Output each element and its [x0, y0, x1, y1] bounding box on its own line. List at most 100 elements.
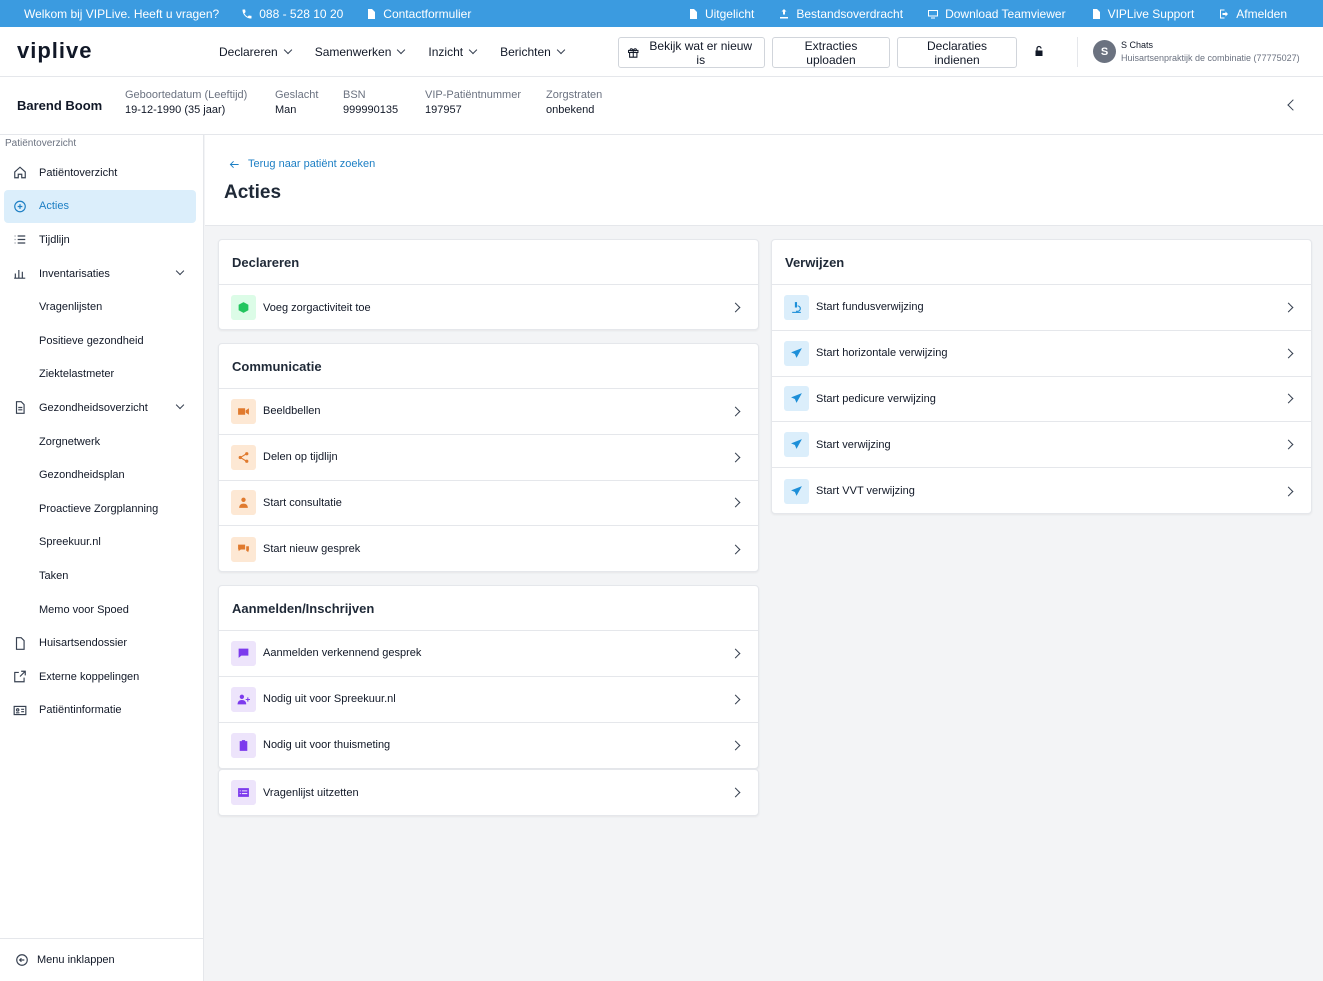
action-delen-op-tijdlijn[interactable]: Delen op tijdlijn: [219, 435, 758, 481]
action-beeldbellen[interactable]: Beeldbellen: [219, 389, 758, 435]
nav-inzicht-label: Inzicht: [428, 45, 464, 59]
sidebar-item-proactieve-zorgplanning[interactable]: Proactieve Zorgplanning: [4, 492, 196, 526]
sidebar-item-acties[interactable]: Acties: [4, 189, 196, 224]
card-title: Aanmelden/Inschrijven: [219, 586, 758, 631]
action-label: Voeg zorgactiviteit toe: [263, 301, 371, 314]
sidebar-item-vragenlijsten[interactable]: Vragenlijsten: [4, 290, 196, 324]
action-label: Start horizontale verwijzing: [816, 347, 948, 360]
action-label: Delen op tijdlijn: [263, 451, 338, 464]
user-plus-icon: [237, 694, 250, 705]
sidebar-item-taken[interactable]: Taken: [4, 559, 196, 593]
badge: [231, 686, 256, 712]
unlock-icon[interactable]: [1033, 45, 1045, 57]
microscope-icon: [792, 301, 801, 313]
card-communicatie: Communicatie Beeldbellen Delen op tijdli…: [218, 343, 759, 572]
support-link[interactable]: VIPLive Support: [1090, 6, 1195, 21]
featured-label: Uitgelicht: [704, 6, 755, 21]
sidebar-item-tijdlijn[interactable]: Tijdlijn: [4, 223, 196, 257]
field-label: Zorgstraten: [546, 89, 603, 101]
whats-new-label: Bekijk wat er nieuw is: [649, 38, 753, 67]
phone-icon: [242, 9, 252, 18]
chevron-down-icon[interactable]: [175, 400, 185, 410]
questionnaire-icon: [238, 788, 249, 798]
avatar[interactable]: S: [1093, 40, 1116, 63]
action-start-nieuw-gesprek[interactable]: Start nieuw gesprek: [219, 526, 758, 572]
sidebar-item-externe-koppelingen[interactable]: Externe koppelingen: [4, 660, 196, 694]
external-link-icon: [13, 670, 26, 683]
sidebar-item-label: Acties: [39, 200, 69, 213]
transfer-icon: [780, 8, 789, 18]
action-start-vvt-verwijzing[interactable]: Start VVT verwijzing: [772, 468, 1311, 514]
sidebar-item-label: Spreekuur.nl: [39, 536, 101, 549]
badge: [784, 432, 809, 458]
paper-plane-icon: [791, 347, 802, 358]
collapse-menu-button[interactable]: Menu inklappen: [0, 938, 203, 981]
collapse-menu-label: Menu inklappen: [37, 954, 115, 966]
chevron-down-icon: [283, 45, 292, 55]
chevron-right-icon: [1283, 394, 1294, 404]
patient-gender: Geslacht Man: [275, 89, 318, 116]
paper-plane-icon: [791, 485, 802, 496]
chevron-down-icon[interactable]: [175, 266, 185, 276]
action-nodig-uit-thuismeting[interactable]: Nodig uit voor thuismeting: [219, 723, 758, 769]
action-vragenlijst-uitzetten[interactable]: Vragenlijst uitzetten: [219, 770, 758, 816]
featured-link[interactable]: Uitgelicht: [687, 7, 754, 21]
contact-form-link[interactable]: Contactformulier: [365, 7, 471, 21]
action-nodig-uit-spreekuur[interactable]: Nodig uit voor Spreekuur.nl: [219, 677, 758, 723]
sidebar-item-gezondheidsoverzicht[interactable]: Gezondheidsoverzicht: [4, 391, 196, 425]
chevron-right-icon: [1283, 486, 1294, 497]
chevron-right-icon: [730, 648, 741, 659]
phone-number: 088 - 528 10 20: [259, 6, 344, 21]
sidebar-item-ziektelastmeter[interactable]: Ziektelastmeter: [4, 358, 196, 392]
sidebar-item-patientoverzicht[interactable]: Patiëntoverzicht: [4, 156, 196, 190]
phone-link[interactable]: 088 - 528 10 20: [241, 7, 343, 21]
badge: [231, 732, 256, 758]
nav-samenwerken-label: Samenwerken: [314, 45, 392, 59]
sidebar-breadcrumb: Patiëntoverzicht: [5, 138, 77, 149]
sidebar-item-huisartsendossier[interactable]: Huisartsendossier: [4, 626, 196, 660]
card-vragenlijst: Vragenlijst uitzetten: [218, 769, 759, 816]
logout-link[interactable]: Afmelden: [1218, 7, 1287, 21]
chevron-right-icon: [730, 498, 741, 508]
back-link-label: Terug naar patiënt zoeken: [248, 158, 376, 170]
action-label: Start consultatie: [263, 496, 342, 509]
file-transfer-link[interactable]: Bestandsoverdracht: [778, 7, 903, 21]
action-start-horizontale-verwijzing[interactable]: Start horizontale verwijzing: [772, 331, 1311, 377]
teamviewer-link[interactable]: Download Teamviewer: [927, 7, 1066, 21]
viplive-logo[interactable]: viplive: [17, 38, 92, 64]
sidebar-item-memo-voor-spoed[interactable]: Memo voor Spoed: [4, 593, 196, 627]
back-to-search-link[interactable]: Terug naar patiënt zoeken: [227, 158, 375, 170]
sidebar-item-zorgnetwerk[interactable]: Zorgnetwerk: [4, 425, 196, 459]
sidebar-item-spreekuur[interactable]: Spreekuur.nl: [4, 526, 196, 560]
declaraties-indienen-button[interactable]: Declaraties indienen: [897, 37, 1017, 68]
badge: [784, 340, 809, 366]
declaraties-indienen-label: Declaraties indienen: [926, 38, 988, 67]
action-start-fundusverwijzing[interactable]: Start fundusverwijzing: [772, 285, 1311, 331]
chevron-left-icon[interactable]: [1287, 99, 1299, 111]
chevron-right-icon: [1283, 439, 1294, 450]
nav-samenwerken[interactable]: Samenwerken: [314, 45, 406, 59]
action-aanmelden-verkennend-gesprek[interactable]: Aanmelden verkennend gesprek: [219, 631, 758, 677]
file-transfer-label: Bestandsoverdracht: [796, 6, 904, 21]
sidebar-item-label: Positieve gezondheid: [39, 334, 144, 347]
action-start-consultatie[interactable]: Start consultatie: [219, 481, 758, 527]
user-name: S Chats: [1121, 40, 1154, 50]
teamviewer-label: Download Teamviewer: [945, 6, 1066, 21]
nav-inzicht[interactable]: Inzicht: [428, 45, 478, 59]
sidebar-item-patientinformatie[interactable]: Patiëntinformatie: [4, 694, 196, 728]
nav-declareren[interactable]: Declareren: [219, 45, 292, 59]
support-label: VIPLive Support: [1107, 6, 1195, 21]
bar-chart-icon: [13, 270, 25, 279]
sidebar-item-inventarisaties[interactable]: Inventarisaties: [4, 257, 196, 291]
chevron-right-icon: [730, 787, 741, 798]
sidebar-item-positieve-gezondheid[interactable]: Positieve gezondheid: [4, 324, 196, 358]
action-start-verwijzing[interactable]: Start verwijzing: [772, 422, 1311, 469]
extracties-upload-button[interactable]: Extracties uploaden: [772, 37, 890, 68]
whats-new-button[interactable]: Bekijk wat er nieuw is: [618, 37, 765, 68]
badge: [784, 294, 809, 320]
sidebar-item-gezondheidsplan[interactable]: Gezondheidsplan: [4, 458, 196, 492]
card-verwijzen: Verwijzen Start fundusverwijzing Start h…: [771, 239, 1312, 514]
nav-berichten[interactable]: Berichten: [500, 45, 566, 59]
action-voeg-zorgactiviteit-toe[interactable]: Voeg zorgactiviteit toe: [219, 285, 758, 331]
action-start-pedicure-verwijzing[interactable]: Start pedicure verwijzing: [772, 377, 1311, 423]
